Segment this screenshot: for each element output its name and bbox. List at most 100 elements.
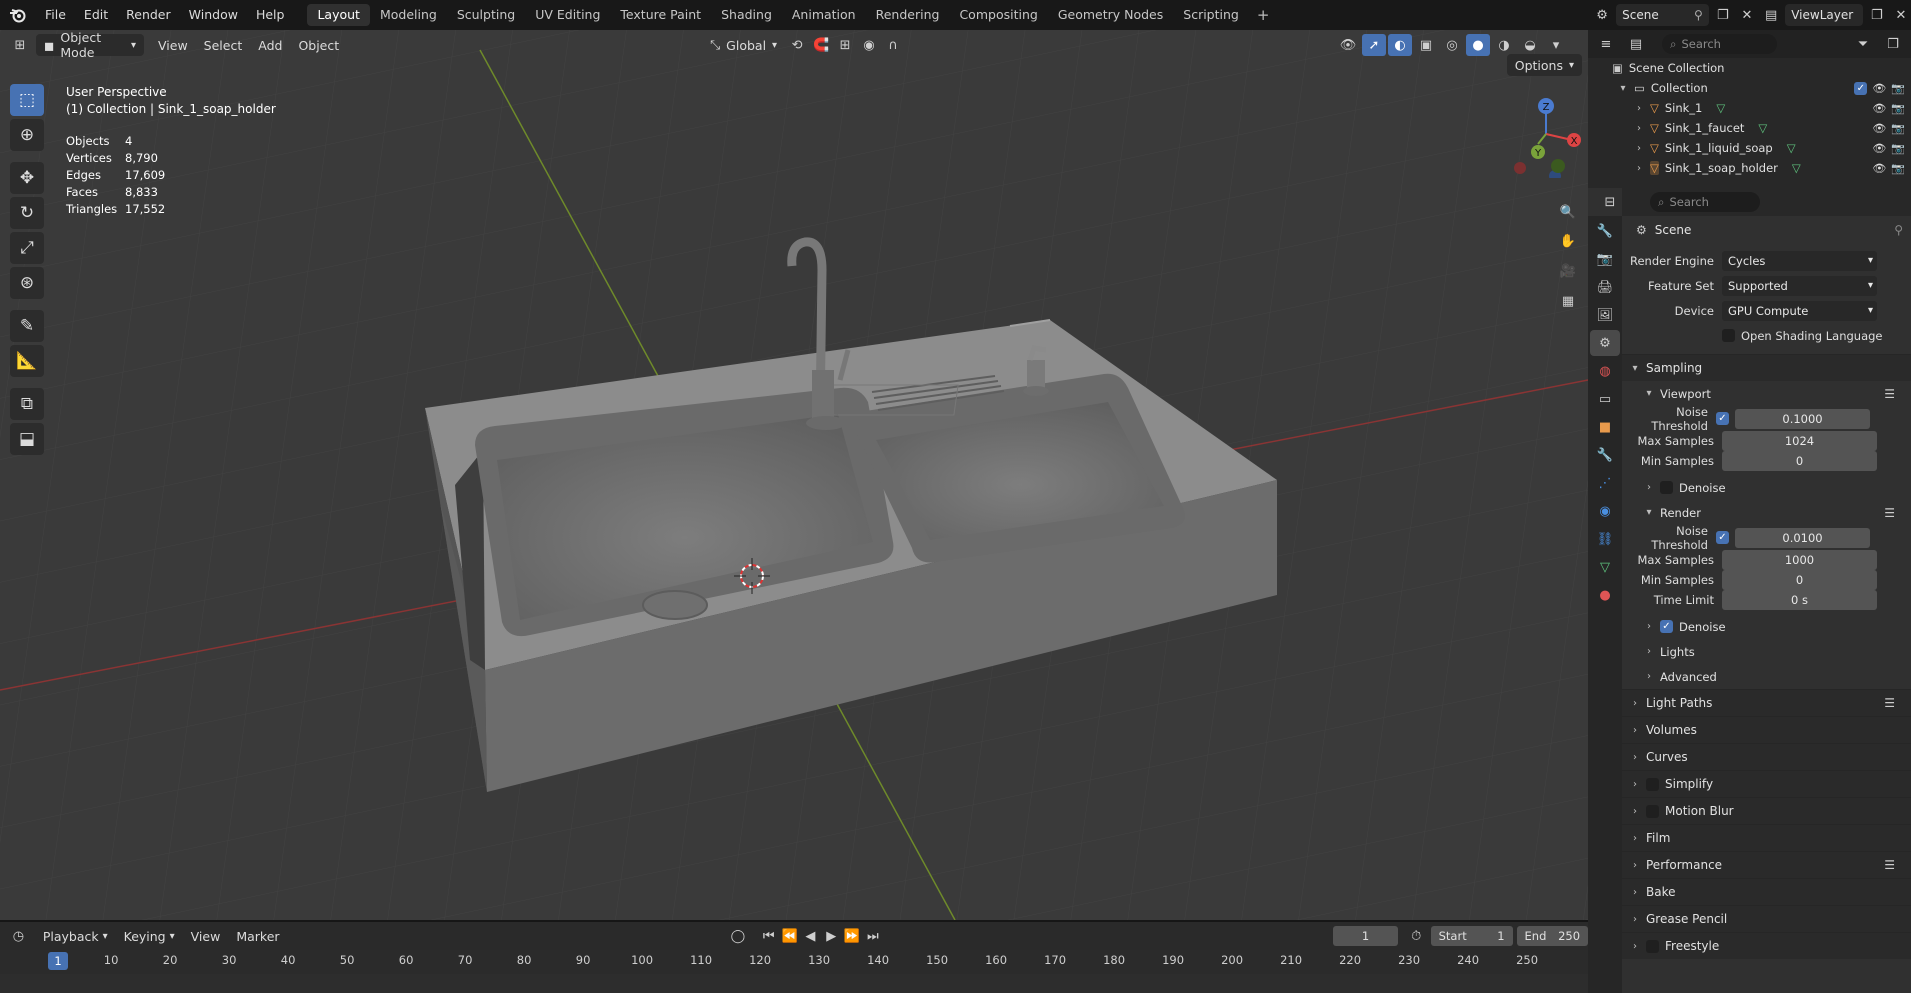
properties-editor-icon[interactable]: ⊟ xyxy=(1598,191,1622,213)
menu-playback[interactable]: Playback ▾ xyxy=(35,925,116,947)
rotate-tool-icon[interactable]: ↻ xyxy=(10,197,44,229)
navigation-gizmo[interactable]: Z X Y 🔍 ✋ 🎥 ▦ xyxy=(1498,88,1588,348)
select-box-tool-icon[interactable]: ⬚ xyxy=(10,84,44,116)
film-panel[interactable]: › Film xyxy=(1622,824,1911,851)
menu-object[interactable]: Object xyxy=(290,34,347,56)
data-tab-icon[interactable]: ▽ xyxy=(1590,554,1620,580)
play-icon[interactable]: ▶ xyxy=(821,925,842,947)
tab-shading[interactable]: Shading xyxy=(711,4,782,26)
physics-tab-icon[interactable]: ◉ xyxy=(1590,498,1620,524)
blender-logo-icon[interactable] xyxy=(0,0,36,30)
perspective-toggle-icon[interactable]: ▦ xyxy=(1556,290,1580,312)
eye-icon[interactable]: 👁 xyxy=(1872,122,1886,135)
options-dropdown[interactable]: Options ▾ xyxy=(1506,54,1582,76)
tab-geometry-nodes[interactable]: Geometry Nodes xyxy=(1048,4,1173,26)
light-paths-panel[interactable]: › Light Paths ☰ xyxy=(1622,689,1911,716)
render-engine-dropdown[interactable]: Cycles ▾ xyxy=(1722,250,1877,271)
viewport-max-samples-field[interactable]: 1024 xyxy=(1722,431,1877,451)
chevron-right-icon[interactable]: › xyxy=(1634,163,1644,174)
eye-icon[interactable]: 👁 xyxy=(1872,162,1886,175)
presets-list-icon[interactable]: ☰ xyxy=(1884,696,1895,710)
simplify-panel[interactable]: › Simplify xyxy=(1622,770,1911,797)
output-tab-icon[interactable]: 🖨 xyxy=(1590,274,1620,300)
tab-texture-paint[interactable]: Texture Paint xyxy=(610,4,711,26)
outliner-editor-icon[interactable]: ≡ xyxy=(1594,33,1618,55)
lights-subpanel[interactable]: › Lights xyxy=(1622,639,1911,664)
chevron-right-icon[interactable]: › xyxy=(1634,143,1644,154)
render-min-samples-field[interactable]: 0 xyxy=(1722,570,1877,590)
play-reverse-icon[interactable]: ◀ xyxy=(800,925,821,947)
outliner-object-sink-1[interactable]: › ▽ Sink_1 ▽ 👁 📷 xyxy=(1588,98,1911,118)
chevron-right-icon[interactable]: › xyxy=(1634,103,1644,114)
menu-add[interactable]: Add xyxy=(250,34,290,56)
render-denoise-subpanel[interactable]: › ✓ Denoise xyxy=(1622,614,1911,639)
rendered-shading-icon[interactable]: ◒ xyxy=(1518,34,1542,56)
freestyle-checkbox[interactable] xyxy=(1646,939,1659,953)
3d-viewport[interactable]: ⊞ ◼ Object Mode ▾ View Select Add Object… xyxy=(0,30,1588,920)
view-layer-icon[interactable]: ▤ xyxy=(1761,4,1781,26)
editor-type-icon[interactable]: ⊞ xyxy=(8,34,32,56)
menu-view[interactable]: View xyxy=(150,34,196,56)
pin-icon[interactable]: ⚲ xyxy=(1694,8,1703,22)
new-collection-icon[interactable]: ❐ xyxy=(1881,33,1905,55)
chevron-right-icon[interactable]: › xyxy=(1634,123,1644,134)
new-scene-icon[interactable]: ❐ xyxy=(1713,4,1733,26)
visibility-icon[interactable]: 👁 xyxy=(1336,34,1360,56)
outliner-search-input[interactable]: ⌕ Search xyxy=(1662,34,1777,54)
display-mode-icon[interactable]: ▤ xyxy=(1624,33,1648,55)
object-tab-icon[interactable]: ■ xyxy=(1590,414,1620,440)
annotate-tool-icon[interactable]: ✎ xyxy=(10,310,44,342)
start-frame-field[interactable]: Start 1 xyxy=(1430,926,1513,946)
next-keyframe-icon[interactable]: ⏩ xyxy=(842,925,863,947)
render-time-limit-field[interactable]: 0 s xyxy=(1722,590,1877,610)
motion-blur-checkbox[interactable] xyxy=(1646,804,1659,818)
scale-tool-icon[interactable]: ⤢ xyxy=(10,232,44,264)
render-tab-icon[interactable]: 📷 xyxy=(1590,246,1620,272)
menu-keying[interactable]: Keying ▾ xyxy=(116,925,183,947)
camera-icon[interactable]: 📷 xyxy=(1891,102,1905,115)
scene-selector[interactable]: Scene ⚲ xyxy=(1616,4,1709,26)
device-dropdown[interactable]: GPU Compute ▾ xyxy=(1722,300,1877,321)
pin-icon[interactable]: ⚲ xyxy=(1894,223,1903,237)
delete-view-layer-icon[interactable]: ✕ xyxy=(1891,4,1911,26)
render-subpanel-header[interactable]: ▾ Render ☰ xyxy=(1622,500,1911,525)
viewport-noise-threshold-checkbox[interactable]: ✓ xyxy=(1716,412,1729,425)
modifier-tab-icon[interactable]: 🔧 xyxy=(1590,442,1620,468)
menu-window[interactable]: Window xyxy=(180,0,247,30)
current-frame-field[interactable]: 1 xyxy=(1333,926,1398,946)
tab-rendering[interactable]: Rendering xyxy=(866,4,950,26)
camera-icon[interactable]: 📷 xyxy=(1891,142,1905,155)
menu-marker[interactable]: Marker xyxy=(228,925,287,947)
wireframe-shading-icon[interactable]: ◎ xyxy=(1440,34,1464,56)
orientation-selector[interactable]: ⤡ Global ▾ xyxy=(702,34,785,56)
proportional-edit-icon[interactable]: ◉ xyxy=(857,34,881,56)
motion-blur-panel[interactable]: › Motion Blur xyxy=(1622,797,1911,824)
pan-hand-icon[interactable]: ✋ xyxy=(1556,230,1580,252)
move-tool-icon[interactable]: ✥ xyxy=(10,162,44,194)
add-cube-tool-icon[interactable]: ⧉ xyxy=(10,388,44,420)
falloff-icon[interactable]: ∩ xyxy=(881,34,905,56)
curves-panel[interactable]: › Curves xyxy=(1622,743,1911,770)
stopwatch-icon[interactable]: ⏱ xyxy=(1406,925,1427,947)
render-noise-threshold-field[interactable]: 0.0100 xyxy=(1735,527,1870,548)
volumes-panel[interactable]: › Volumes xyxy=(1622,716,1911,743)
xray-icon[interactable]: ▣ xyxy=(1414,34,1438,56)
osl-checkbox[interactable] xyxy=(1722,329,1735,342)
tab-modeling[interactable]: Modeling xyxy=(370,4,447,26)
bake-panel[interactable]: › Bake xyxy=(1622,878,1911,905)
timeline-scrollbar[interactable] xyxy=(0,974,1588,993)
scene-tab-icon[interactable]: ⚙ xyxy=(1590,330,1620,356)
menu-timeline-view[interactable]: View xyxy=(183,925,229,947)
zoom-icon[interactable]: 🔍 xyxy=(1556,201,1580,223)
properties-search-input[interactable]: ⌕ Search xyxy=(1650,192,1760,212)
tool-tab-icon[interactable]: 🔧 xyxy=(1590,218,1620,244)
timeline-editor-icon[interactable]: ◷ xyxy=(8,925,29,947)
viewport-min-samples-field[interactable]: 0 xyxy=(1722,451,1877,471)
render-noise-threshold-checkbox[interactable]: ✓ xyxy=(1716,531,1729,544)
extrude-tool-icon[interactable]: ⬓ xyxy=(10,423,44,455)
overlay-toggle-icon[interactable]: ◐ xyxy=(1388,34,1412,56)
tab-uv-editing[interactable]: UV Editing xyxy=(525,4,610,26)
feature-set-dropdown[interactable]: Supported ▾ xyxy=(1722,275,1877,296)
mode-selector[interactable]: ◼ Object Mode ▾ xyxy=(36,30,144,60)
tab-compositing[interactable]: Compositing xyxy=(949,4,1047,26)
